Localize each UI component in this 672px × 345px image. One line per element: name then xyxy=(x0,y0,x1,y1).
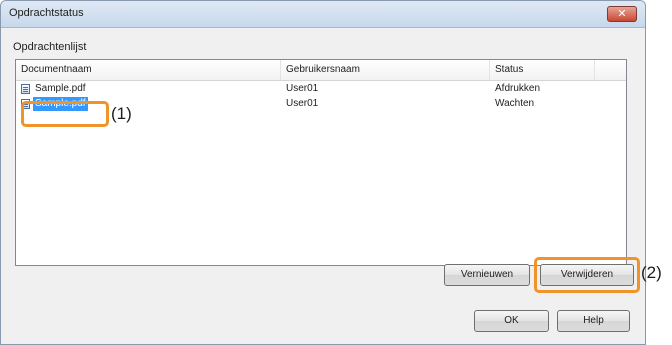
column-header-document-name[interactable]: Documentnaam xyxy=(16,60,281,80)
job-user-name: User01 xyxy=(286,98,319,109)
job-document-name: Sample.pdf xyxy=(35,83,86,94)
ok-button[interactable]: OK xyxy=(474,310,549,332)
job-status: Afdrukken xyxy=(495,83,541,94)
list-header: Documentnaam Gebruikersnaam Status xyxy=(16,60,626,81)
close-button[interactable]: ✕ xyxy=(607,6,637,22)
selection-highlight xyxy=(21,101,109,127)
job-list[interactable]: Documentnaam Gebruikersnaam Status Sampl… xyxy=(15,59,627,266)
job-status: Wachten xyxy=(495,98,535,109)
callout-2: (2) xyxy=(641,263,662,282)
job-row[interactable]: Sample.pdf User01 Afdrukken xyxy=(16,82,626,96)
delete-button-highlight xyxy=(534,257,640,293)
job-list-label: Opdrachtenlijst xyxy=(13,41,87,53)
help-button[interactable]: Help xyxy=(557,310,630,332)
callout-1: (1) xyxy=(111,104,132,123)
refresh-button[interactable]: Vernieuwen xyxy=(444,264,530,286)
window-title: Opdrachtstatus xyxy=(9,7,84,19)
column-header-status[interactable]: Status xyxy=(490,60,595,80)
job-status-dialog: Opdrachtstatus ✕ Opdrachtenlijst Documen… xyxy=(0,0,646,345)
title-bar[interactable]: Opdrachtstatus ✕ xyxy=(1,1,645,28)
column-header-user-name[interactable]: Gebruikersnaam xyxy=(281,60,490,80)
job-user-name: User01 xyxy=(286,83,319,94)
close-icon: ✕ xyxy=(617,8,627,20)
document-icon xyxy=(21,84,30,94)
